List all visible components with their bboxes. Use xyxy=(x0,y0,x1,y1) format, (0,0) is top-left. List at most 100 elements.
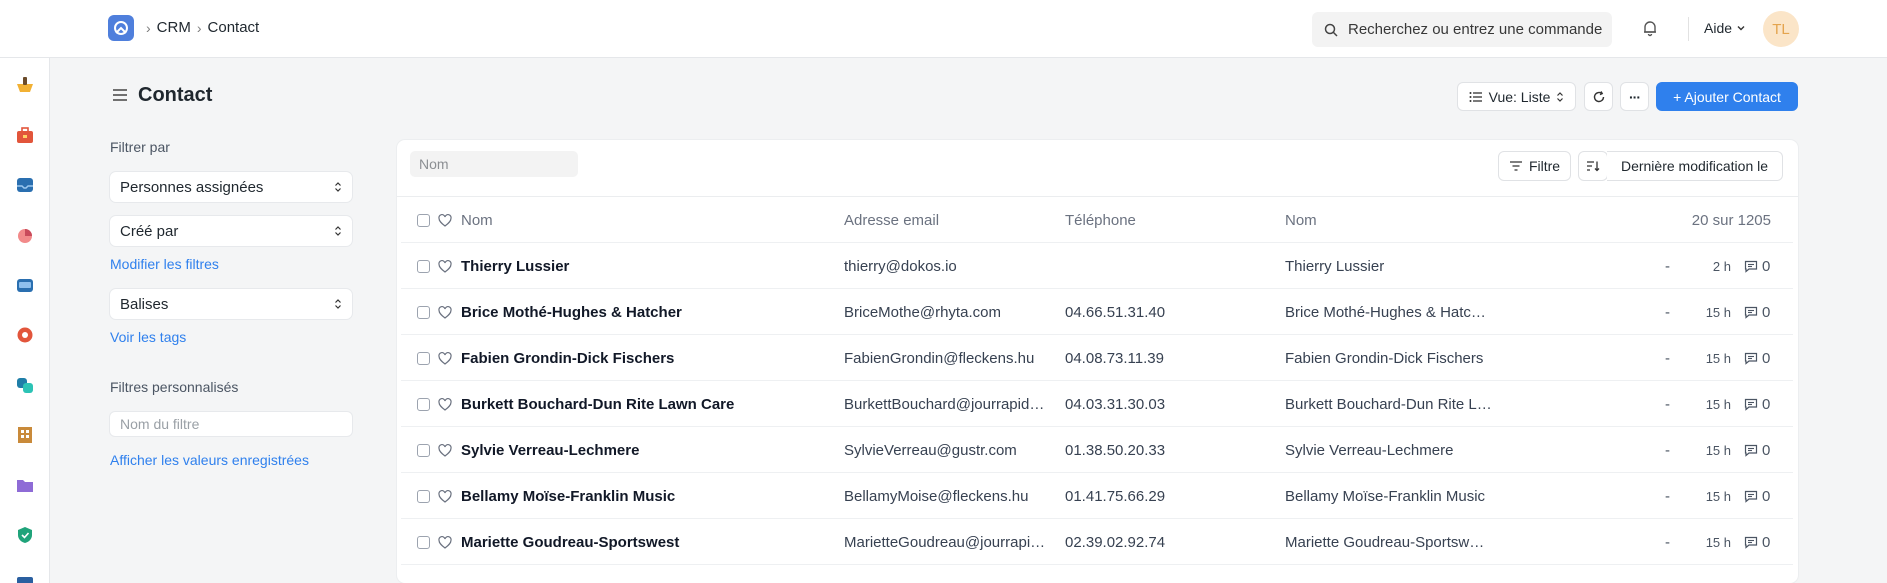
row-checkbox[interactable] xyxy=(417,381,430,427)
row-checkbox[interactable] xyxy=(417,473,430,519)
more-options-button[interactable]: ··· xyxy=(1620,82,1649,111)
breadcrumb: › CRM › Contact xyxy=(146,19,259,36)
mortar-icon[interactable] xyxy=(14,74,36,96)
table-row[interactable]: Thierry Lussier thierry@dokos.io Thierry L… xyxy=(401,243,1793,289)
gear-heart-icon[interactable] xyxy=(14,324,36,346)
menu-toggle-icon[interactable] xyxy=(112,88,128,102)
breadcrumb-crm[interactable]: CRM xyxy=(157,19,191,36)
show-saved-values-link[interactable]: Afficher les valeurs enregistrées xyxy=(110,452,309,468)
app-sidebar-rail xyxy=(0,58,50,583)
contact-name[interactable]: Bellamy Moïse-Franklin Music xyxy=(461,473,831,519)
heart-icon[interactable] xyxy=(438,427,452,473)
table-row[interactable]: Brice Mothé-Hughes & Hatcher BriceMothe@r… xyxy=(401,289,1793,335)
heart-icon[interactable] xyxy=(438,243,452,289)
contact-name[interactable]: Brice Mothé-Hughes & Hatcher xyxy=(461,289,831,335)
row-checkbox[interactable] xyxy=(417,243,430,289)
filter-icon xyxy=(1509,161,1522,171)
tags-filter-select[interactable]: Balises xyxy=(110,289,352,319)
filter-heading: Filtrer par xyxy=(110,139,170,155)
contact-name[interactable]: Thierry Lussier xyxy=(461,243,831,289)
shield-icon[interactable] xyxy=(14,524,36,546)
heart-icon[interactable] xyxy=(438,335,452,381)
contact-name[interactable]: Mariette Goudreau-Sportswest xyxy=(461,519,831,565)
chevron-up-down-icon xyxy=(335,182,341,192)
row-checkbox[interactable] xyxy=(417,289,430,335)
comments-count[interactable]: 0 xyxy=(1744,335,1770,381)
notification-bell-icon[interactable] xyxy=(1640,18,1660,38)
sort-field-button[interactable]: Dernière modification le xyxy=(1607,151,1783,181)
comments-count[interactable]: 0 xyxy=(1744,427,1770,473)
database-icon[interactable] xyxy=(14,274,36,296)
refresh-icon xyxy=(1593,90,1604,102)
name-search-input[interactable]: Nom xyxy=(410,151,578,177)
toolbox-icon[interactable] xyxy=(14,124,36,146)
contact-name-2: Fabien Grondin-Dick Fischers xyxy=(1285,349,1484,367)
contact-name[interactable]: Sylvie Verreau-Lechmere xyxy=(461,427,831,473)
filter-name-input[interactable]: Nom du filtre xyxy=(110,412,352,436)
comment-count-value: 0 xyxy=(1762,487,1771,505)
view-switcher-button[interactable]: Vue: Liste xyxy=(1457,82,1576,111)
heart-icon[interactable] xyxy=(438,289,452,335)
users-icon[interactable] xyxy=(14,374,36,396)
help-label: Aide xyxy=(1704,20,1733,36)
column-header-email[interactable]: Adresse email xyxy=(844,197,939,243)
folder-icon[interactable] xyxy=(14,474,36,496)
archive-icon[interactable] xyxy=(14,572,36,583)
row-dash: - xyxy=(1665,533,1670,551)
comment-count-value: 0 xyxy=(1762,395,1771,413)
comments-count[interactable]: 0 xyxy=(1744,519,1770,565)
column-header-name[interactable]: Nom xyxy=(461,197,493,243)
contact-email: thierry@dokos.io xyxy=(844,257,957,275)
row-dash: - xyxy=(1665,487,1670,505)
add-contact-button[interactable]: + Ajouter Contact xyxy=(1656,82,1798,111)
table-row[interactable]: Fabien Grondin-Dick Fischers FabienGrondi… xyxy=(401,335,1793,381)
column-header-name-2[interactable]: Nom xyxy=(1285,197,1317,243)
app-logo-icon[interactable] xyxy=(108,15,134,41)
table-row[interactable]: Sylvie Verreau-Lechmere SylvieVerreau@gus… xyxy=(401,427,1793,473)
breadcrumb-contact[interactable]: Contact xyxy=(208,19,260,36)
row-checkbox[interactable] xyxy=(417,335,430,381)
table-row[interactable]: Burkett Bouchard-Dun Rite Lawn Care Burke… xyxy=(401,381,1793,427)
row-dash: - xyxy=(1665,257,1670,275)
command-search-bar[interactable]: Recherchez ou entrez une commande xyxy=(1312,12,1612,47)
comments-count[interactable]: 0 xyxy=(1744,381,1770,427)
heart-icon[interactable] xyxy=(438,381,452,427)
list-icon xyxy=(1469,91,1482,102)
comments-count[interactable]: 0 xyxy=(1744,289,1770,335)
row-dash: - xyxy=(1665,303,1670,321)
comment-icon xyxy=(1744,306,1758,319)
contact-name[interactable]: Fabien Grondin-Dick Fischers xyxy=(461,335,831,381)
see-tags-link[interactable]: Voir les tags xyxy=(110,329,186,345)
help-dropdown[interactable]: Aide xyxy=(1704,20,1746,36)
modified-time: 15 h xyxy=(1705,488,1731,504)
assigned-filter-select[interactable]: Personnes assignées xyxy=(110,172,352,202)
comments-count[interactable]: 0 xyxy=(1744,243,1770,289)
created-by-filter-select[interactable]: Créé par xyxy=(110,216,352,246)
search-placeholder: Recherchez ou entrez une commande xyxy=(1348,21,1603,38)
table-row[interactable]: Bellamy Moïse-Franklin Music BellamyMoise… xyxy=(401,473,1793,519)
contact-name[interactable]: Burkett Bouchard-Dun Rite Lawn Care xyxy=(461,381,831,427)
table-row[interactable]: Mariette Goudreau-Sportswest MarietteGoud… xyxy=(401,519,1793,565)
row-checkbox[interactable] xyxy=(417,427,430,473)
pie-chart-icon[interactable] xyxy=(14,224,36,246)
column-header-phone[interactable]: Téléphone xyxy=(1065,197,1136,243)
comment-icon xyxy=(1744,352,1758,365)
inbox-icon[interactable] xyxy=(14,174,36,196)
sort-direction-button[interactable] xyxy=(1578,151,1608,181)
contact-email: SylvieVerreau@gustr.com xyxy=(844,441,1017,459)
contact-name-2: Bellamy Moïse-Franklin Music xyxy=(1285,487,1486,505)
filter-button[interactable]: Filtre xyxy=(1498,151,1571,181)
contact-name-2: Brice Mothé-Hughes & Hatc… xyxy=(1285,303,1486,321)
contact-list-card: Nom Filtre Dernière modification le Nom … xyxy=(397,140,1798,583)
row-checkbox[interactable] xyxy=(417,519,430,565)
heart-icon[interactable] xyxy=(438,519,452,565)
heart-icon[interactable] xyxy=(438,473,452,519)
building-icon[interactable] xyxy=(14,424,36,446)
refresh-button[interactable] xyxy=(1584,82,1613,111)
user-avatar[interactable]: TL xyxy=(1763,11,1799,47)
contact-name-2: Sylvie Verreau-Lechmere xyxy=(1285,441,1454,459)
heart-icon xyxy=(438,197,452,243)
edit-filters-link[interactable]: Modifier les filtres xyxy=(110,256,219,272)
comments-count[interactable]: 0 xyxy=(1744,473,1770,519)
select-all-checkbox[interactable] xyxy=(417,197,430,243)
